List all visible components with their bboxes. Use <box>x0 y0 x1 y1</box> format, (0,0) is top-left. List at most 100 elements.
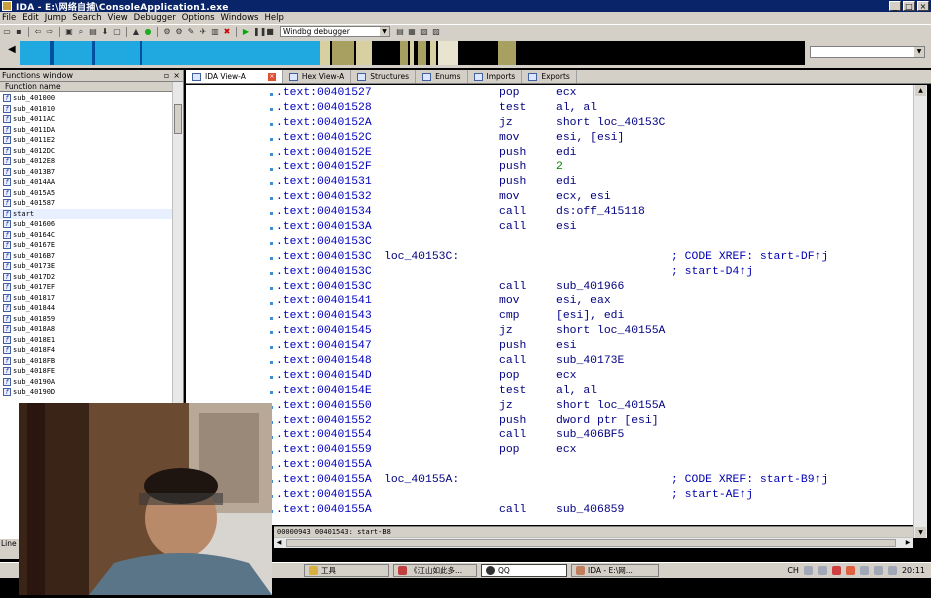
operand[interactable]: esi, [esi] <box>556 132 624 144</box>
search-icon[interactable]: ⌕ <box>76 27 86 37</box>
options-icon[interactable]: ▤ <box>395 27 405 37</box>
stop-debug-icon[interactable]: ■ <box>265 27 275 37</box>
minimize-button[interactable]: _ <box>889 1 901 11</box>
menu-jump[interactable]: Jump <box>45 13 67 23</box>
tab-enums[interactable]: Enums <box>416 70 468 83</box>
operand[interactable]: 2 <box>556 161 563 173</box>
network-icon[interactable] <box>817 566 827 575</box>
function-list-item[interactable]: f sub_401587 <box>0 198 172 209</box>
operand[interactable]: esi, eax <box>556 295 611 307</box>
operand[interactable]: edi <box>556 147 577 159</box>
pause-icon[interactable]: ❚❚ <box>253 27 266 37</box>
tab-structures[interactable]: Structures <box>351 70 417 83</box>
app-tray-icon[interactable] <box>831 566 841 575</box>
close-tab-icon[interactable]: × <box>267 72 276 81</box>
forward-icon[interactable]: ⇨ <box>45 27 55 37</box>
menu-debugger[interactable]: Debugger <box>134 13 176 23</box>
operand[interactable]: dword ptr [esi] <box>556 415 659 427</box>
code-icon[interactable]: ▧ <box>419 27 429 37</box>
menu-windows[interactable]: Windows <box>221 13 259 23</box>
operand[interactable]: ecx, esi <box>556 191 611 203</box>
function-list-item[interactable]: f start <box>0 208 172 219</box>
close-icon[interactable]: × <box>173 71 180 80</box>
structure-icon[interactable]: ▨ <box>431 27 441 37</box>
breakpoint-icon[interactable]: ⚙ <box>162 27 172 37</box>
function-list-item[interactable]: f sub_40173E <box>0 261 172 272</box>
function-list-item[interactable]: f sub_4016B7 <box>0 251 172 262</box>
operand[interactable]: short loc_40153C <box>556 117 665 129</box>
tools-icon[interactable]: ✎ <box>186 27 196 37</box>
scroll-left-icon[interactable]: ◀ <box>274 538 284 548</box>
function-list-item[interactable]: f sub_401817 <box>0 293 172 304</box>
code-label[interactable]: loc_40153C: <box>384 251 459 263</box>
pin-icon[interactable]: ✈ <box>198 27 208 37</box>
menu-options[interactable]: Options <box>182 13 215 23</box>
function-list-item[interactable]: f sub_4012DC <box>0 146 172 157</box>
weibo-icon[interactable] <box>845 566 855 575</box>
operand[interactable]: sub_40173E <box>556 355 624 367</box>
green-circle-icon[interactable]: ● <box>143 27 153 37</box>
scroll-right-icon[interactable]: ▶ <box>903 538 913 548</box>
function-list-item[interactable]: f sub_4014AA <box>0 177 172 188</box>
nav-right-arrow-icon[interactable]: ▶ <box>797 44 805 55</box>
operand[interactable]: esi <box>556 340 577 352</box>
save-icon[interactable]: ▪ <box>14 27 24 37</box>
float-icon[interactable]: ▫ <box>164 71 169 80</box>
function-list-item[interactable]: f sub_40190A <box>0 377 172 388</box>
operand[interactable]: sub_406859 <box>556 504 624 516</box>
menu-file[interactable]: File <box>2 13 16 23</box>
function-list-item[interactable]: f sub_4018A8 <box>0 324 172 335</box>
memory-icon[interactable]: ▥ <box>210 27 220 37</box>
alert-icon[interactable]: ▲ <box>131 27 141 37</box>
function-list-item[interactable]: f sub_401859 <box>0 314 172 325</box>
disassembly-horizontal-scrollbar[interactable]: ◀ ▶ <box>274 537 913 548</box>
operand[interactable]: al, al <box>556 102 597 114</box>
function-list-item[interactable]: f sub_4011DA <box>0 125 172 136</box>
taskbar-item-qq[interactable]: QQ <box>481 564 567 577</box>
hex-icon[interactable]: ▤ <box>88 27 98 37</box>
close-button[interactable]: × <box>917 1 929 11</box>
tab-imports[interactable]: Imports <box>468 70 523 83</box>
settings-tray-icon[interactable] <box>859 566 869 575</box>
function-list-item[interactable]: f sub_401010 <box>0 104 172 115</box>
scrollbar-thumb[interactable] <box>174 104 182 134</box>
debugger-select[interactable]: Windbg debugger ▼ <box>280 26 390 37</box>
operand[interactable]: [esi], edi <box>556 310 624 322</box>
menu-search[interactable]: Search <box>72 13 101 23</box>
function-list-item[interactable]: f sub_4017EF <box>0 282 172 293</box>
list-icon[interactable]: ▦ <box>407 27 417 37</box>
power-icon[interactable] <box>887 566 897 575</box>
navigation-overview[interactable] <box>20 41 805 65</box>
function-list-item[interactable]: f sub_401606 <box>0 219 172 230</box>
function-list-item[interactable]: f sub_4013B7 <box>0 167 172 178</box>
taskbar-item-tools[interactable]: 工具 <box>304 564 389 577</box>
operand[interactable]: ecx <box>556 444 577 456</box>
graph-icon[interactable]: ▣ <box>64 27 74 37</box>
scroll-up-icon[interactable]: ▲ <box>915 85 926 96</box>
function-list-item[interactable]: f sub_4018F4 <box>0 345 172 356</box>
function-list-item[interactable]: f sub_401844 <box>0 303 172 314</box>
operand[interactable]: sub_401966 <box>556 281 624 293</box>
function-list-item[interactable]: f sub_4011AC <box>0 114 172 125</box>
tab-exports[interactable]: Exports <box>522 70 577 83</box>
function-list-item[interactable]: f sub_4018FE <box>0 366 172 377</box>
tab-hex-view-a[interactable]: Hex View-A <box>283 70 352 83</box>
settings-icon[interactable]: ⚙ <box>174 27 184 37</box>
volume-icon[interactable] <box>873 566 883 575</box>
chevron-down-icon[interactable]: ▼ <box>380 27 389 36</box>
operand[interactable]: short loc_40155A <box>556 325 665 337</box>
tab-ida-view-a[interactable]: IDA View-A × <box>186 70 283 83</box>
operand[interactable]: ecx <box>556 370 577 382</box>
play-icon[interactable]: ▶ <box>241 27 251 37</box>
segment-combo[interactable]: ▼ <box>810 46 925 58</box>
menu-edit[interactable]: Edit <box>22 13 38 23</box>
text-icon[interactable]: ▢ <box>112 27 122 37</box>
maximize-button[interactable]: □ <box>903 1 915 11</box>
nav-left-arrow-icon[interactable]: ◀ <box>8 44 16 55</box>
chevron-down-icon[interactable]: ▼ <box>914 47 924 57</box>
function-list-item[interactable]: f sub_4011E2 <box>0 135 172 146</box>
function-list-item[interactable]: f sub_4015A5 <box>0 188 172 199</box>
back-icon[interactable]: ⇦ <box>33 27 43 37</box>
operand[interactable]: esi <box>556 221 577 233</box>
ime-indicator[interactable]: CH <box>787 566 799 575</box>
